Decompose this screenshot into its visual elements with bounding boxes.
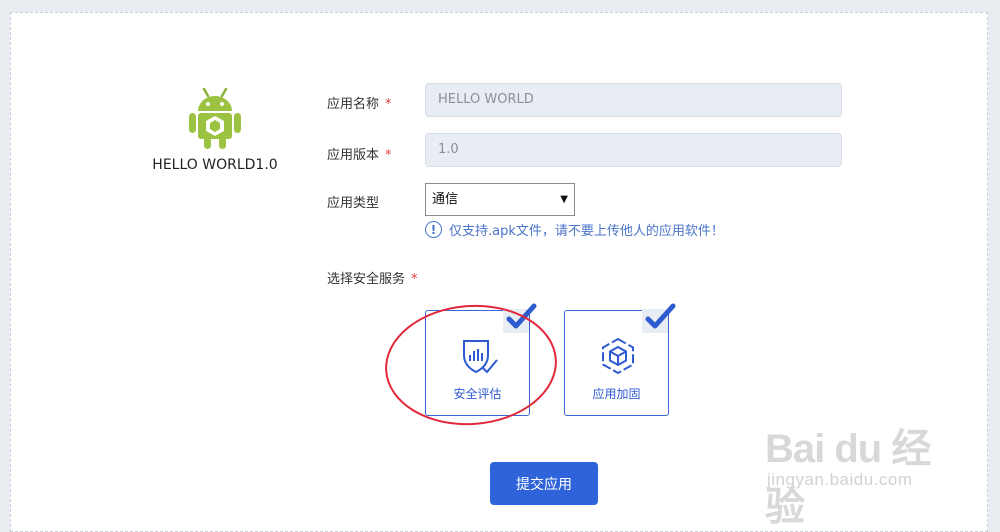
required-mark: * <box>411 272 418 287</box>
watermark-url: jingyan.baidu.com <box>767 470 913 489</box>
service-app-hardening[interactable]: 应用加固 <box>564 303 676 416</box>
baidu-jingyan-watermark: Bai du 经验 jingyan.baidu.com <box>765 412 955 529</box>
security-services-label-text: 选择安全服务 <box>327 272 406 287</box>
submit-app-button[interactable]: 提交应用 <box>490 462 598 505</box>
info-icon: ! <box>425 221 442 238</box>
app-version-label: 应用版本 * <box>327 144 392 163</box>
app-type-label: 应用类型 <box>327 196 380 211</box>
service-label: 应用加固 <box>592 387 641 401</box>
required-mark: * <box>385 148 392 163</box>
upload-hint-text: 仅支持.apk文件，请不要上传他人的应用软件！ <box>449 224 724 239</box>
app-summary: HELLO WORLD1.0 <box>145 85 285 173</box>
app-version-field[interactable]: 1.0 <box>425 133 842 167</box>
checkmark-icon <box>642 303 676 333</box>
dropdown-arrow-icon: ▼ <box>560 194 568 205</box>
hexagon-cube-icon <box>602 337 634 375</box>
required-mark: * <box>385 97 392 112</box>
app-version-label-text: 应用版本 <box>327 148 380 163</box>
app-type-select[interactable]: 通信 ▼ <box>425 183 575 216</box>
app-name-field[interactable]: HELLO WORLD <box>425 83 842 117</box>
app-caption: HELLO WORLD1.0 <box>152 157 278 173</box>
security-services-label: 选择安全服务 * <box>327 268 418 287</box>
app-name-label-text: 应用名称 <box>327 97 380 112</box>
android-icon <box>189 87 241 149</box>
app-type-selected: 通信 <box>432 192 459 207</box>
upload-hint: ! 仅支持.apk文件，请不要上传他人的应用软件！ <box>425 220 724 239</box>
app-name-label: 应用名称 * <box>327 93 392 112</box>
